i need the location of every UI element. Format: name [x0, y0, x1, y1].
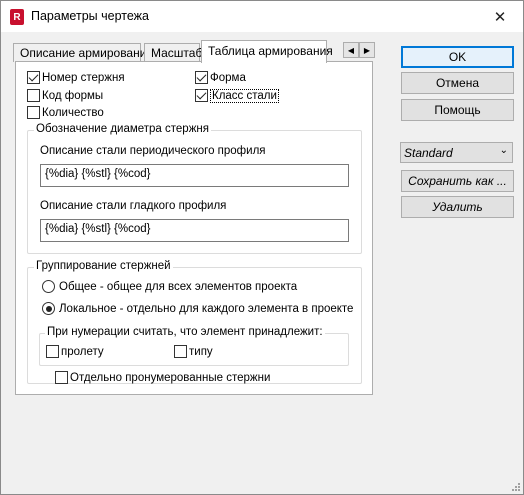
- checkbox-box: [55, 371, 68, 384]
- help-button[interactable]: Помощь: [401, 99, 514, 121]
- diameter-group-title: Обозначение диаметра стержня: [34, 123, 211, 135]
- local-radio-label: Локальное - отдельно для каждого элемент…: [59, 302, 354, 315]
- bar-number-label: Номер стержня: [42, 71, 125, 84]
- style-select-value: Standard: [404, 146, 453, 160]
- tab-scroll-right-icon[interactable]: ▶: [359, 42, 375, 58]
- separately-numbered-checkbox[interactable]: Отдельно пронумерованные стержни: [55, 370, 270, 385]
- type-label: типу: [189, 345, 213, 358]
- bar-grouping-group: Группирование стержней Общее - общее для…: [27, 260, 362, 385]
- resize-grip-icon[interactable]: [510, 481, 520, 491]
- checkbox-box: [27, 89, 40, 102]
- smooth-profile-input[interactable]: {%dia} {%stl} {%cod}: [40, 219, 349, 242]
- diameter-designation-group: Обозначение диаметра стержня Описание ст…: [27, 123, 362, 254]
- quantity-checkbox[interactable]: Количество: [27, 105, 104, 120]
- steel-class-label: Класс стали: [210, 88, 279, 103]
- grouping-group-title: Группирование стержней: [34, 260, 173, 272]
- window-title: Параметры чертежа: [31, 9, 149, 23]
- separately-numbered-label: Отдельно пронумерованные стержни: [70, 371, 271, 384]
- ok-button[interactable]: OK: [401, 46, 514, 68]
- numbering-group: При нумерации считать, что элемент прина…: [39, 326, 349, 366]
- checkbox-box: [27, 106, 40, 119]
- radio-circle: [42, 280, 55, 293]
- periodic-profile-input[interactable]: {%dia} {%stl} {%cod}: [40, 164, 349, 187]
- periodic-profile-label: Описание стали периодического профиля: [40, 145, 266, 157]
- save-as-button[interactable]: Сохранить как ...: [401, 170, 514, 192]
- cancel-button[interactable]: Отмена: [401, 72, 514, 94]
- general-radio-label: Общее - общее для всех элементов проекта: [59, 280, 298, 293]
- chevron-down-icon: ⌄: [499, 145, 508, 156]
- numbering-group-title: При нумерации считать, что элемент прина…: [45, 326, 325, 338]
- local-radio[interactable]: Локальное - отдельно для каждого элемент…: [42, 302, 353, 315]
- quantity-label: Количество: [42, 106, 104, 119]
- smooth-profile-label: Описание стали гладкого профиля: [40, 200, 227, 212]
- type-checkbox[interactable]: типу: [174, 344, 213, 359]
- tab-strip: Описание армирования Масштаб Таблица арм…: [13, 40, 383, 63]
- shape-code-label: Код формы: [42, 89, 104, 102]
- app-icon: R: [10, 9, 24, 25]
- close-button[interactable]: ✕: [477, 1, 523, 32]
- checkbox-box: [195, 71, 208, 84]
- checkbox-box: [27, 71, 40, 84]
- title-bar: R Параметры чертежа ✕: [1, 1, 523, 32]
- checkbox-box: [195, 89, 208, 102]
- shape-label: Форма: [210, 71, 246, 84]
- shape-code-checkbox[interactable]: Код формы: [27, 88, 103, 103]
- tab-scale[interactable]: Масштаб: [144, 43, 202, 62]
- style-select[interactable]: Standard ⌄: [400, 142, 513, 163]
- delete-button[interactable]: Удалить: [401, 196, 514, 218]
- tab-reinforcement-description[interactable]: Описание армирования: [13, 43, 153, 62]
- steel-class-checkbox[interactable]: Класс стали: [195, 88, 279, 103]
- dialog-window: R Параметры чертежа ✕ Описание армирован…: [0, 0, 524, 495]
- span-checkbox[interactable]: пролету: [46, 344, 104, 359]
- tab-scroll-left-icon[interactable]: ◀: [343, 42, 359, 58]
- general-radio[interactable]: Общее - общее для всех элементов проекта: [42, 280, 297, 293]
- checkbox-box: [174, 345, 187, 358]
- checkbox-box: [46, 345, 59, 358]
- tab-reinforcement-table[interactable]: Таблица армирования: [201, 40, 333, 63]
- shape-checkbox[interactable]: Форма: [195, 70, 246, 85]
- span-label: пролету: [61, 345, 104, 358]
- radio-circle: [42, 302, 55, 315]
- bar-number-checkbox[interactable]: Номер стержня: [27, 70, 125, 85]
- tab-panel: Номер стержня Код формы Количество Форма…: [15, 61, 373, 395]
